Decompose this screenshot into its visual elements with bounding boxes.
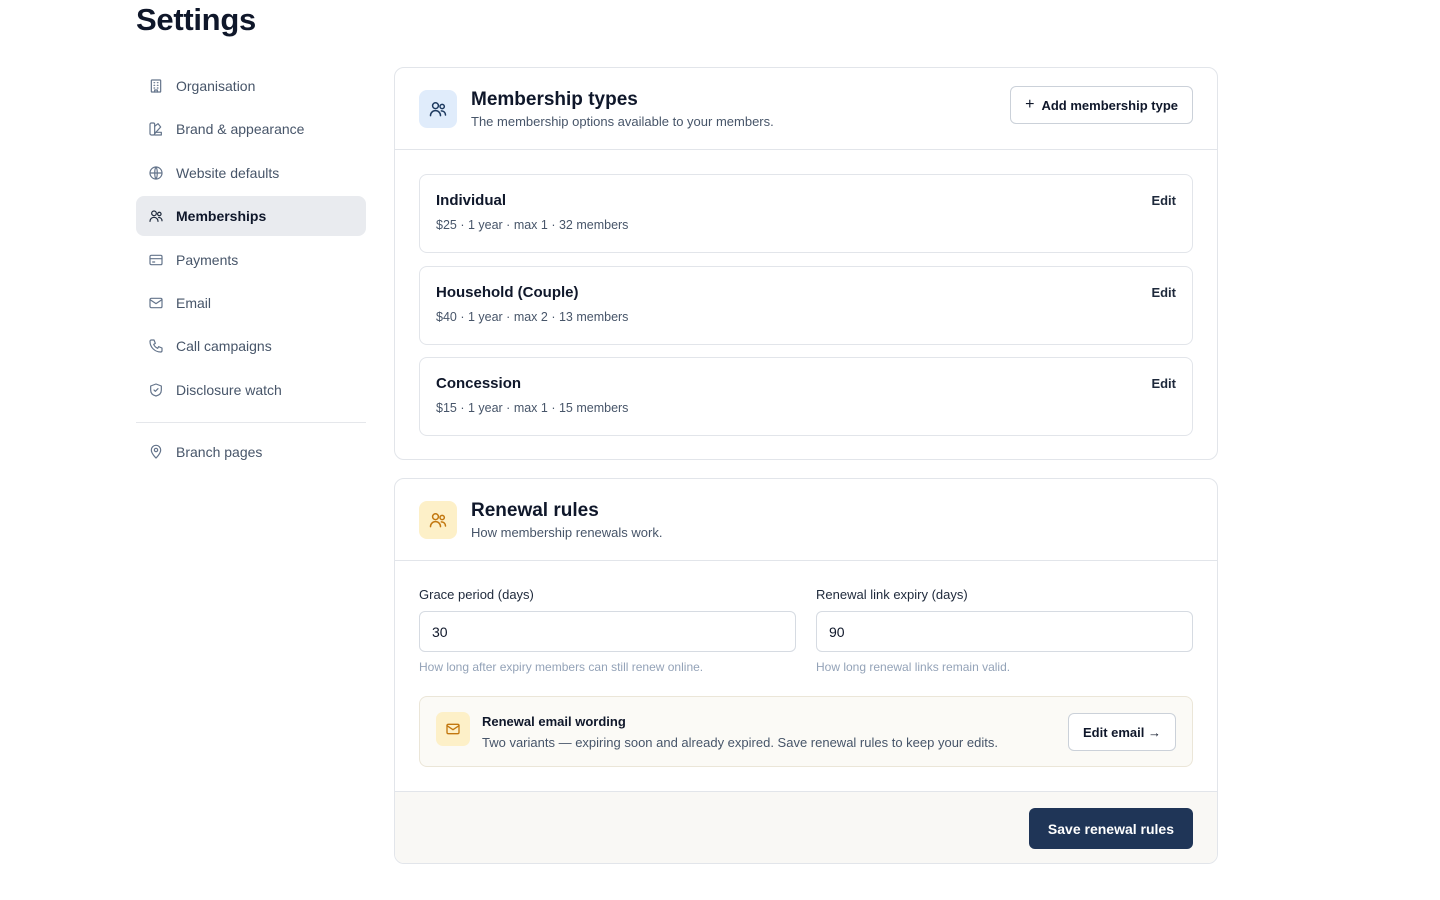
save-renewal-rules-button[interactable]: Save renewal rules xyxy=(1028,808,1193,849)
sidebar-item-payments[interactable]: Payments xyxy=(136,240,366,280)
globe-icon xyxy=(148,165,164,181)
phone-icon xyxy=(148,338,164,354)
renewal-link-expiry-field: Renewal link expiry (days) How long rene… xyxy=(816,587,1193,674)
renewal-email-panel: Renewal email wording Two variants — exp… xyxy=(419,696,1193,767)
membership-name: Concession xyxy=(436,375,522,392)
sidebar-item-call-campaigns[interactable]: Call campaigns xyxy=(136,326,366,366)
renewal-link-expiry-input[interactable] xyxy=(816,611,1193,652)
sidebar-item-branch-pages[interactable]: Branch pages xyxy=(136,432,366,472)
sidebar-item-label: Website defaults xyxy=(176,164,280,181)
email-title: Renewal email wording xyxy=(482,713,626,729)
membership-list: Individual $25 · 1 year · max 1 · 32 mem… xyxy=(395,150,1217,459)
membership-meta: $25 · 1 year · max 1 · 32 members xyxy=(436,218,629,232)
sidebar-item-website-defaults[interactable]: Website defaults xyxy=(136,153,366,193)
edit-link[interactable]: Edit xyxy=(1151,193,1176,208)
sidebar-divider xyxy=(136,421,366,423)
map-pin-icon xyxy=(148,444,164,460)
add-membership-type-button[interactable]: + Add membership type xyxy=(1010,86,1193,124)
palette-icon xyxy=(148,121,164,137)
renewal-rules-header: Renewal rules How membership renewals wo… xyxy=(395,479,1217,561)
list-item: Individual $25 · 1 year · max 1 · 32 mem… xyxy=(419,174,1193,253)
field-label: Grace period (days) xyxy=(419,587,534,602)
card-subtitle: How membership renewals work. xyxy=(471,525,663,540)
sidebar-item-label: Email xyxy=(176,294,212,311)
users-icon xyxy=(419,89,457,128)
membership-meta: $40 · 1 year · max 2 · 13 members xyxy=(436,309,629,324)
card-subtitle: The membership options available to your… xyxy=(471,114,774,129)
users-icon xyxy=(148,208,164,224)
renewal-rules-card: Renewal rules How membership renewals wo… xyxy=(394,478,1218,864)
mail-icon xyxy=(436,711,470,746)
list-item: Household (Couple) $40 · 1 year · max 2 … xyxy=(419,265,1193,345)
sidebar-item-label: Payments xyxy=(176,251,239,268)
edit-link[interactable]: Edit xyxy=(1151,376,1176,391)
field-help: How long after expiry members can still … xyxy=(419,660,704,674)
mail-icon xyxy=(148,295,164,311)
grace-period-field: Grace period (days) How long after expir… xyxy=(419,587,796,674)
plus-icon: + xyxy=(1025,96,1035,113)
sidebar-item-memberships[interactable]: Memberships xyxy=(136,196,366,237)
sidebar-item-disclosure-watch[interactable]: Disclosure watch xyxy=(136,370,366,410)
sidebar-item-label: Organisation xyxy=(176,78,256,94)
list-item: Concession $15 · 1 year · max 1 · 15 mem… xyxy=(419,357,1193,436)
edit-email-button[interactable]: Edit email → xyxy=(1067,713,1176,751)
credit-card-icon xyxy=(148,252,164,268)
sidebar-item-label: Branch pages xyxy=(176,443,263,460)
sidebar-item-brand[interactable]: Brand & appearance xyxy=(136,109,366,149)
membership-types-card: Membership types The membership options … xyxy=(394,67,1218,460)
sidebar-item-organisation[interactable]: Organisation xyxy=(136,66,366,106)
membership-meta: $15 · 1 year · max 1 · 15 members xyxy=(436,401,629,415)
field-help: How long renewal links remain valid. xyxy=(816,660,1011,674)
card-title: Renewal rules xyxy=(471,500,599,521)
sidebar-item-label: Call campaigns xyxy=(176,338,272,355)
edit-link[interactable]: Edit xyxy=(1151,285,1176,300)
card-title: Membership types xyxy=(471,89,638,110)
field-label: Renewal link expiry (days) xyxy=(816,587,968,602)
renewal-form: Grace period (days) How long after expir… xyxy=(395,561,1217,791)
button-label: Add membership type xyxy=(1041,97,1178,113)
sidebar-item-email[interactable]: Email xyxy=(136,283,366,323)
building-icon xyxy=(148,78,164,94)
page-title: Settings xyxy=(136,2,256,37)
email-description: Two variants — expiring soon and already… xyxy=(482,734,998,750)
membership-types-header: Membership types The membership options … xyxy=(395,68,1217,150)
sidebar-item-label: Memberships xyxy=(176,208,267,225)
users-icon xyxy=(419,500,457,539)
sidebar-item-label: Brand & appearance xyxy=(176,121,305,138)
grace-period-input[interactable] xyxy=(419,611,796,652)
sidebar-item-label: Disclosure watch xyxy=(176,381,282,398)
membership-name: Individual xyxy=(436,192,507,209)
card-footer: Save renewal rules xyxy=(395,791,1217,863)
shield-check-icon xyxy=(148,382,164,398)
membership-name: Household (Couple) xyxy=(436,283,579,301)
settings-sidebar: Organisation Brand & appearance Website … xyxy=(136,66,366,475)
